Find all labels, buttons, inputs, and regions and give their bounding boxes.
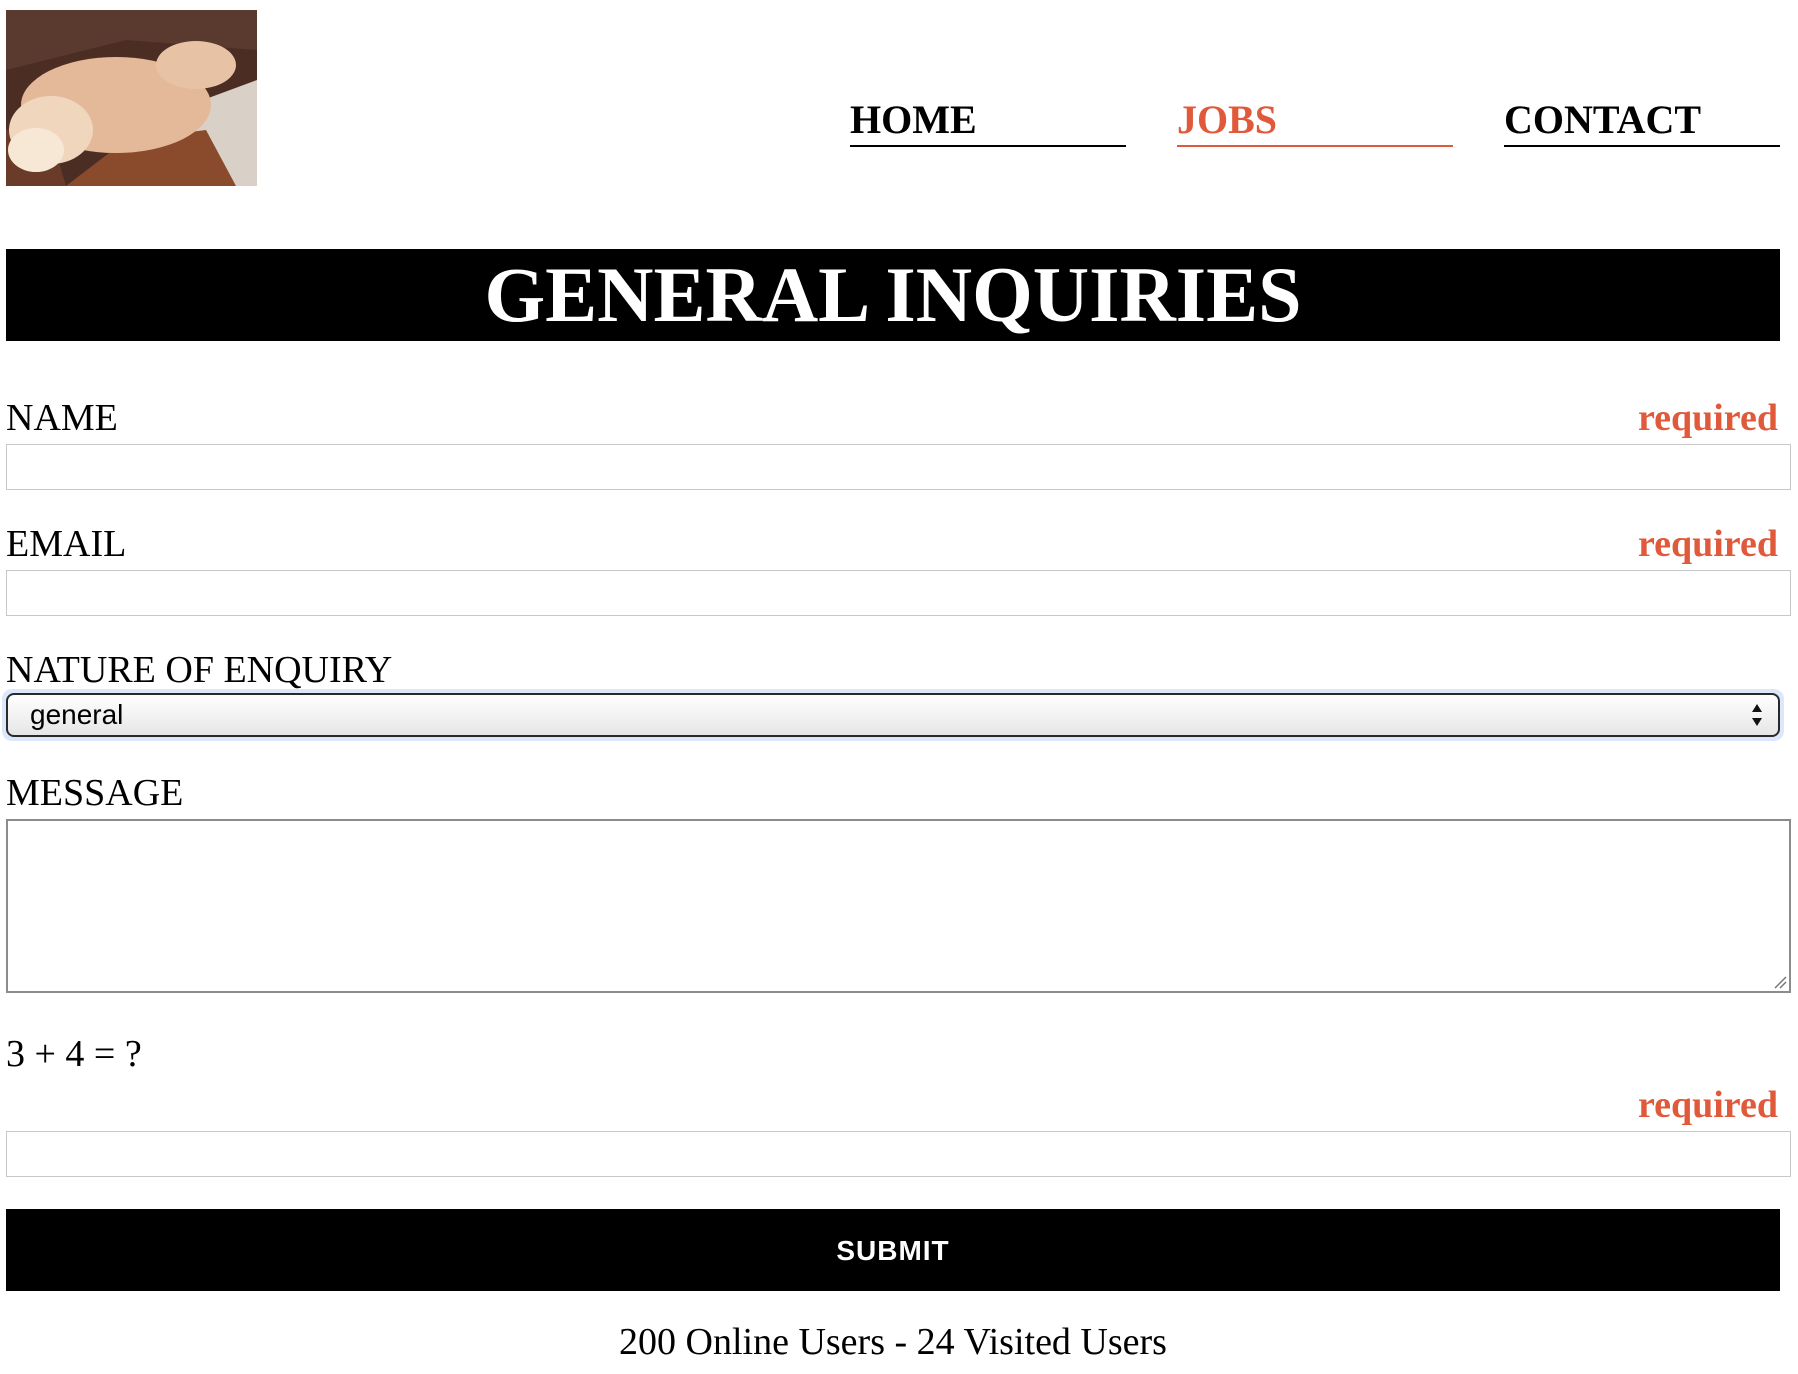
enquiry-select-focus-ring: general — [2, 689, 1784, 741]
email-required-indicator: required — [1637, 523, 1778, 565]
dog-photo-icon — [6, 10, 257, 186]
email-label: EMAIL — [6, 523, 127, 565]
main-nav: HOME JOBS CONTACT — [850, 95, 1780, 147]
name-label: NAME — [6, 397, 118, 439]
submit-button[interactable]: SUBMIT — [6, 1209, 1780, 1291]
enquiry-label: NATURE OF ENQUIRY — [6, 649, 393, 691]
captcha-question: 3 + 4 = ? — [6, 1033, 142, 1075]
message-label: MESSAGE — [6, 772, 184, 814]
enquiry-select[interactable]: general — [6, 693, 1780, 737]
captcha-required-indicator: required — [1637, 1084, 1778, 1126]
logo-image[interactable] — [6, 10, 257, 186]
name-required-indicator: required — [1637, 397, 1778, 439]
user-stats: 200 Online Users - 24 Visited Users — [619, 1321, 1167, 1363]
email-input[interactable] — [6, 570, 1791, 616]
name-input[interactable] — [6, 444, 1791, 490]
nav-contact-link[interactable]: CONTACT — [1504, 95, 1780, 147]
captcha-input[interactable] — [6, 1131, 1791, 1177]
message-textarea[interactable] — [6, 819, 1791, 993]
enquiry-selected-value: general — [30, 699, 124, 730]
page-title: GENERAL INQUIRIES — [6, 249, 1780, 341]
select-arrows-icon — [1752, 704, 1762, 726]
resize-grip-icon[interactable] — [1773, 975, 1787, 989]
nav-jobs-link[interactable]: JOBS — [1177, 95, 1453, 147]
nav-home-link[interactable]: HOME — [850, 95, 1126, 147]
